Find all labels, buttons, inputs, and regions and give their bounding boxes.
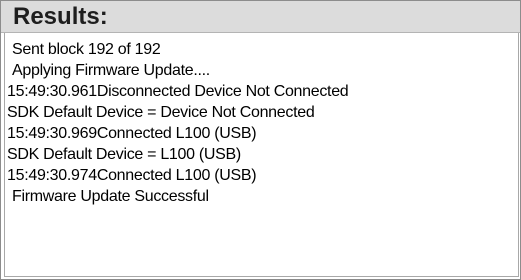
results-title: Results:: [13, 3, 108, 30]
log-line: Sent block 192 of 192: [12, 41, 161, 58]
results-panel: Results: Sent block 192 of 192 Applying F…: [0, 0, 521, 280]
results-log-box[interactable]: Sent block 192 of 192 Applying Firmware U…: [4, 33, 519, 277]
log-line: Applying Firmware Update....: [12, 62, 210, 79]
results-log-list: Sent block 192 of 192 Applying Firmware U…: [5, 39, 518, 207]
log-line: 15:49:30.974Connected L100 (USB): [7, 167, 257, 184]
log-line: Firmware Update Successful: [12, 188, 209, 205]
results-header: Results:: [1, 1, 520, 33]
log-line: 15:49:30.969Connected L100 (USB): [7, 125, 257, 142]
log-line: 15:49:30.961Disconnected Device Not Conn…: [7, 83, 349, 100]
log-line: SDK Default Device = L100 (USB): [7, 146, 241, 163]
log-line: SDK Default Device = Device Not Connecte…: [7, 104, 315, 121]
